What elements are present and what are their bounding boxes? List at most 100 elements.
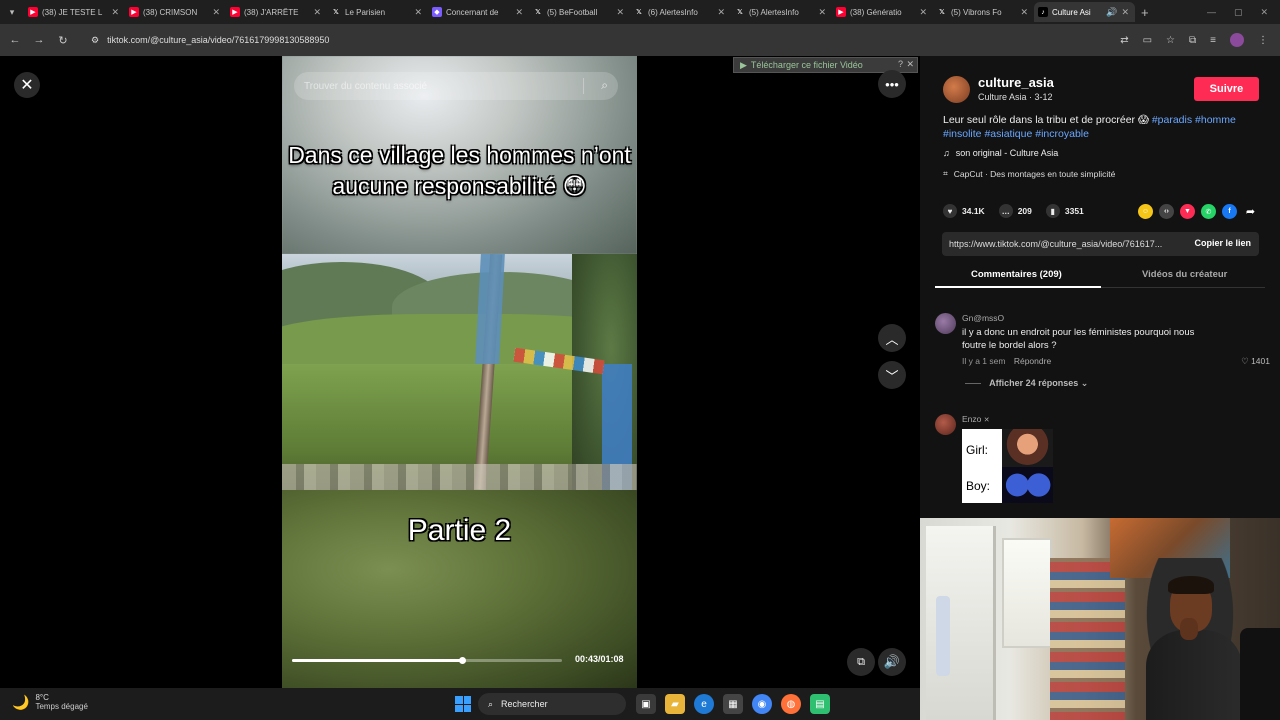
commenter-avatar[interactable] [935, 313, 956, 334]
browser-tab[interactable]: 𝕏 (6) AlertesInfo ✕ [630, 2, 731, 22]
video-link-field[interactable]: https://www.tiktok.com/@culture_asia/vid… [942, 232, 1259, 256]
speaker-icon[interactable]: 🔊 [1106, 7, 1117, 18]
emoji-share-icon[interactable]: ☺ [1138, 204, 1153, 219]
file-explorer-icon[interactable]: ▰ [665, 694, 685, 714]
comment-likes[interactable]: ♡ 1401 [1241, 356, 1270, 367]
browser-tab[interactable]: 𝕏 Le Parisien ✕ [327, 2, 428, 22]
search-icon[interactable]: ⌕ [601, 78, 608, 93]
tab-title: Concernant de [446, 7, 499, 17]
volume-icon[interactable]: 🔊 [878, 648, 906, 676]
browser-tab-active[interactable]: ♪ Culture Asi 🔊 ✕ [1034, 2, 1135, 22]
browser-tab[interactable]: ▶ (38) JE TESTE L ✕ [24, 2, 125, 22]
commenter-avatar[interactable] [935, 414, 956, 435]
streamer-hair [1168, 576, 1214, 594]
close-tab-icon[interactable]: ✕ [1121, 7, 1129, 18]
close-tab-icon[interactable]: ✕ [515, 7, 523, 18]
back-icon[interactable]: ← [3, 34, 27, 46]
url-field[interactable]: ⚙ tiktok.com/@culture_asia/video/7616179… [85, 29, 1085, 51]
tab-comments[interactable]: Commentaires (209) [971, 269, 1062, 280]
more-options-icon[interactable]: ••• [878, 70, 906, 98]
reply-button[interactable]: Répondre [1014, 356, 1051, 366]
heart-icon[interactable]: ♥ [943, 204, 957, 218]
music-link[interactable]: ♫ son original - Culture Asia [943, 148, 1058, 158]
copy-link-button[interactable]: Copier le lien [1194, 238, 1251, 248]
previous-video-icon[interactable]: ︿ [878, 324, 906, 352]
taskbar-search[interactable]: ⌕ Rechercher [478, 693, 626, 715]
browser-tab[interactable]: ▶ (38) J'ARRÊTE ✕ [226, 2, 327, 22]
commenter-name[interactable]: Enzo ✕ [962, 414, 990, 424]
weather-widget[interactable]: 🌙 8°C Temps dégagé [12, 693, 88, 711]
firefox-icon[interactable]: ◍ [781, 694, 801, 714]
sidebar-icon[interactable]: ≡ [1210, 35, 1216, 46]
hashtag-link[interactable]: #asiatique [984, 128, 1032, 140]
tab-list-icon[interactable]: ▾ [0, 7, 24, 18]
close-tab-icon[interactable]: ✕ [414, 7, 422, 18]
browser-tab[interactable]: 𝕏 (5) BeFootball ✕ [529, 2, 630, 22]
facebook-icon[interactable]: f [1222, 204, 1237, 219]
reload-icon[interactable]: ↻ [51, 34, 75, 47]
task-view-icon[interactable]: ▣ [636, 694, 656, 714]
close-tab-icon[interactable]: ✕ [1020, 7, 1028, 18]
commenter-name[interactable]: Gn@mssO [962, 313, 1004, 323]
maximize-icon[interactable]: ▢ [1234, 7, 1243, 18]
profile-avatar[interactable] [1230, 33, 1244, 47]
extensions-icon[interactable]: ⧉ [1189, 35, 1196, 46]
close-tab-icon[interactable]: ✕ [818, 7, 826, 18]
hashtag-link[interactable]: #incroyable [1035, 128, 1089, 140]
close-tab-icon[interactable]: ✕ [111, 7, 119, 18]
video-progress-bar[interactable] [292, 657, 562, 664]
more-menu-icon[interactable]: ⋮ [1258, 35, 1268, 46]
close-tab-icon[interactable]: ✕ [616, 7, 624, 18]
comment-stat[interactable]: … 209 [998, 204, 1032, 218]
picture-in-picture-icon[interactable]: ⧉ [847, 648, 875, 676]
follow-button[interactable]: Suivre [1194, 77, 1259, 101]
like-stat[interactable]: ♥ 34.1K [943, 204, 985, 218]
close-tab-icon[interactable]: ✕ [717, 7, 725, 18]
browser-tab[interactable]: ▶ (38) CRIMSON ✕ [125, 2, 226, 22]
close-tab-icon[interactable]: ✕ [313, 7, 321, 18]
creator-username[interactable]: culture_asia [978, 75, 1054, 90]
app-icon[interactable]: ▤ [810, 694, 830, 714]
comment-meme-image[interactable]: Girl: Boy: [962, 429, 1053, 503]
close-tab-icon[interactable]: ✕ [212, 7, 220, 18]
heart-outline-icon[interactable]: ♡ [1241, 356, 1249, 366]
cast-icon[interactable]: ▭ [1143, 35, 1152, 46]
close-tab-icon[interactable]: ✕ [919, 7, 927, 18]
chrome-icon[interactable]: ◉ [752, 694, 772, 714]
window-close-icon[interactable]: ✕ [1260, 7, 1268, 18]
bookmark-star-icon[interactable]: ☆ [1166, 35, 1175, 46]
store-icon[interactable]: ▦ [723, 694, 743, 714]
tab-creator-videos[interactable]: Vidéos du créateur [1142, 269, 1227, 280]
close-icon[interactable]: ✕ [14, 72, 40, 98]
show-replies-button[interactable]: Afficher 24 réponses ⌄ [965, 378, 1088, 389]
browser-tab[interactable]: 𝕏 (5) Vibrons Fo ✕ [933, 2, 1034, 22]
browser-tab[interactable]: ◆ Concernant de ✕ [428, 2, 529, 22]
creator-subline: Culture Asia · 3-12 [978, 92, 1053, 102]
help-icon[interactable]: ? [898, 59, 903, 69]
creator-avatar[interactable] [943, 76, 970, 103]
forward-icon[interactable]: → [27, 34, 51, 46]
hashtag-link[interactable]: #paradis [1152, 114, 1192, 126]
browser-tab[interactable]: 𝕏 (5) AlertesInfo ✕ [731, 2, 832, 22]
windows-start-icon[interactable] [455, 696, 471, 712]
share-arrow-icon[interactable]: ➦ [1243, 204, 1258, 219]
video-player[interactable]: Trouver du contenu associé ⌕ Dans ce vil… [282, 56, 637, 688]
hashtag-link[interactable]: #homme [1195, 114, 1236, 126]
embed-icon[interactable]: ‹› [1159, 204, 1174, 219]
minimize-icon[interactable]: — [1207, 7, 1216, 17]
related-search-input[interactable]: Trouver du contenu associé ⌕ [294, 72, 618, 100]
capcut-link[interactable]: ⌗ CapCut · Des montages en toute simplic… [943, 168, 1115, 179]
edge-icon[interactable]: e [694, 694, 714, 714]
bookmark-icon[interactable]: ▮ [1045, 204, 1060, 218]
site-settings-icon[interactable]: ⚙ [91, 35, 99, 46]
next-video-icon[interactable]: ﹀ [878, 361, 906, 389]
send-to-friend-icon[interactable]: ▼ [1180, 204, 1195, 219]
close-banner-icon[interactable]: ✕ [906, 59, 914, 70]
hashtag-link[interactable]: #insolite [943, 128, 982, 140]
browser-tab[interactable]: ▶ (38) Génératio ✕ [832, 2, 933, 22]
whatsapp-icon[interactable]: ✆ [1201, 204, 1216, 219]
save-stat[interactable]: ▮ 3351 [1045, 204, 1084, 218]
translate-icon[interactable]: ⇄ [1120, 35, 1128, 46]
comment-icon[interactable]: … [998, 204, 1013, 218]
new-tab-icon[interactable]: + [1141, 5, 1149, 20]
